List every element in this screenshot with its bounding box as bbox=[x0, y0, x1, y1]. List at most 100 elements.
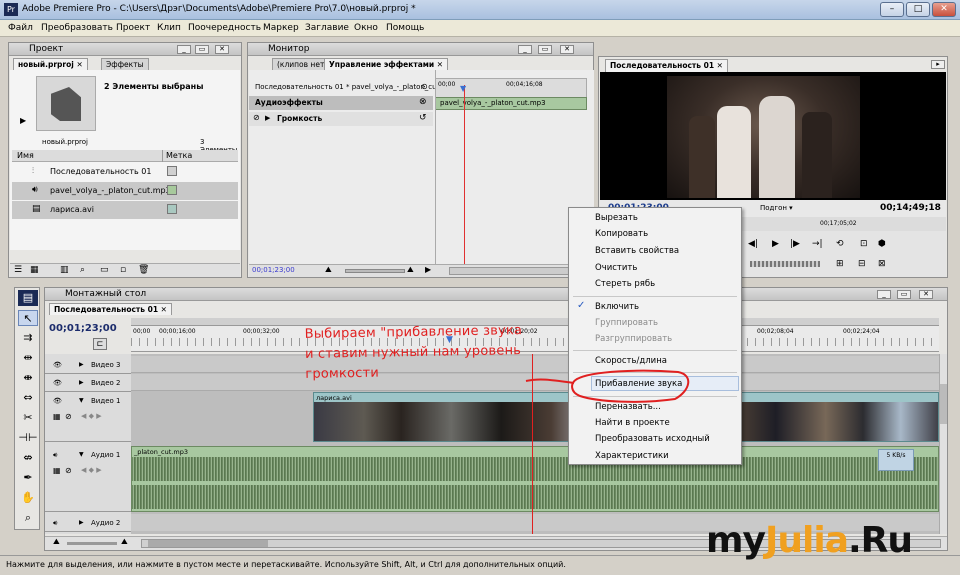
trash-icon[interactable]: 🗑︎ bbox=[138, 265, 149, 275]
fit-dropdown[interactable]: Подгон ▾ bbox=[760, 204, 793, 212]
panel-menu-button[interactable]: ▸ bbox=[931, 60, 945, 69]
program-viewer[interactable] bbox=[600, 72, 946, 200]
play-audio-icon[interactable]: ▶ bbox=[425, 265, 431, 274]
expand-triangle-icon[interactable]: ▶ bbox=[79, 361, 84, 368]
jog-shuttle[interactable] bbox=[750, 261, 820, 267]
list-item[interactable]: ⫶ Последовательность 01 bbox=[12, 163, 238, 181]
menu-title[interactable]: Заглавие bbox=[305, 23, 349, 33]
collapse-up-icon[interactable]: ⊗ bbox=[419, 97, 427, 107]
reset-icon[interactable]: ↺ bbox=[419, 113, 427, 123]
razor-tool-icon[interactable]: ✂ bbox=[18, 410, 38, 426]
tab-program-sequence[interactable]: Последовательность 01 ✕ bbox=[605, 59, 728, 72]
playhead-marker-icon[interactable]: ▼ bbox=[460, 84, 466, 93]
lift-icon[interactable]: ⊞ bbox=[836, 259, 844, 269]
zoom-out-icon[interactable]: ⛰︎ bbox=[53, 537, 60, 547]
vscroll-thumb[interactable] bbox=[940, 384, 947, 424]
timeline-ruler[interactable]: 00;00 00;00;16;00 00;00;32;00 00;01;20;0… bbox=[131, 318, 939, 352]
menu-project[interactable]: Проект bbox=[116, 23, 150, 33]
audio-clip-bar[interactable]: pavel_volya_-_platon_cut.mp3 bbox=[435, 97, 587, 110]
keyframes-icon[interactable]: ⊘ bbox=[65, 466, 72, 475]
display-style-icon[interactable]: ▦ bbox=[53, 412, 61, 421]
list-item[interactable]: ▤ лариса.avi bbox=[12, 201, 238, 219]
menu-item-speed-duration[interactable]: Скорость/длина bbox=[595, 356, 667, 366]
panel-minimize-button[interactable]: _ bbox=[177, 45, 191, 54]
maximize-button[interactable]: □ bbox=[906, 2, 930, 17]
zoom-in-icon[interactable]: ⛰︎ bbox=[121, 537, 128, 547]
zoom-slider[interactable] bbox=[345, 269, 405, 273]
col-label[interactable]: Метка bbox=[166, 151, 192, 160]
panel-restore-button[interactable]: ▭ bbox=[195, 45, 209, 54]
tab-effects[interactable]: Эффекты bbox=[101, 58, 149, 70]
zoom-tool-icon[interactable]: ⌕ bbox=[18, 510, 38, 526]
track-audio-2[interactable]: 🔊︎ ▶ Аудио 2 bbox=[45, 514, 131, 532]
menu-item-enable[interactable]: Включить bbox=[595, 302, 639, 312]
menu-item-ripple-delete[interactable]: Стереть рябь bbox=[595, 279, 655, 289]
safe-margins-icon[interactable]: ⊡ bbox=[860, 239, 868, 249]
panel-close-button[interactable]: ✕ bbox=[919, 290, 933, 299]
video-2-lane[interactable] bbox=[131, 374, 939, 391]
output-icon[interactable]: ⬢ bbox=[878, 239, 886, 249]
slide-tool-icon[interactable]: ⇎ bbox=[18, 450, 38, 466]
expand-triangle-icon[interactable]: ▶ bbox=[79, 519, 84, 526]
volume-effect-row[interactable]: ⊘ ▶ Громкость ↺ bbox=[249, 112, 433, 126]
track-video-1[interactable]: 👁︎ ▼ Видео 1 ▦ ⊘ ◀ ◆ ▶ bbox=[45, 392, 131, 442]
slip-tool-icon[interactable]: ⊣⊢ bbox=[18, 430, 38, 446]
menu-item-properties[interactable]: Характеристики bbox=[595, 451, 669, 461]
eye-icon[interactable]: 👁︎ bbox=[53, 361, 63, 369]
effect-timecode[interactable]: 00;01;23;00 bbox=[252, 266, 295, 274]
label-swatch[interactable] bbox=[167, 185, 177, 195]
menu-marker[interactable]: Маркер bbox=[263, 23, 299, 33]
icon-view-icon[interactable]: ▦ bbox=[30, 265, 39, 275]
close-button[interactable]: ✕ bbox=[932, 2, 956, 17]
fx-toggle-icon[interactable]: ⊘ bbox=[253, 113, 260, 122]
keyframe-nav-icon[interactable]: ◀ ◆ ▶ bbox=[81, 466, 102, 474]
expand-triangle-icon[interactable]: ▶ bbox=[265, 114, 270, 122]
zoom-out-icon[interactable]: ⛰︎ bbox=[325, 265, 332, 275]
video-3-lane[interactable] bbox=[131, 356, 939, 373]
step-forward-icon[interactable]: |▶ bbox=[790, 239, 800, 249]
expand-triangle-icon[interactable]: ▶ bbox=[79, 379, 84, 386]
timeline-zoom-slider[interactable] bbox=[67, 542, 117, 545]
keyframes-icon[interactable]: ⊘ bbox=[65, 412, 72, 421]
panel-close-button[interactable]: ✕ bbox=[560, 45, 574, 54]
automate-icon[interactable]: ▥ bbox=[60, 265, 69, 275]
hand-tool-icon[interactable]: ✋ bbox=[18, 490, 38, 506]
hscroll-thumb[interactable] bbox=[148, 540, 268, 547]
snap-toggle-icon[interactable]: ⊏ bbox=[93, 338, 107, 350]
menu-item-reveal-in-project[interactable]: Найти в проекте bbox=[595, 418, 670, 428]
pen-tool-icon[interactable]: ✒ bbox=[18, 470, 38, 486]
extract-icon[interactable]: ⊟ bbox=[858, 259, 866, 269]
ripple-edit-tool-icon[interactable]: ⇹ bbox=[18, 350, 38, 366]
zoom-in-icon[interactable]: ⛰︎ bbox=[407, 265, 414, 275]
speaker-icon[interactable]: 🔊︎ bbox=[53, 451, 63, 459]
menu-item-clear[interactable]: Очистить bbox=[595, 263, 637, 273]
menu-window[interactable]: Окно bbox=[354, 23, 378, 33]
list-item[interactable]: 🔊︎ pavel_volya_-_platon_cut.mp3 bbox=[12, 182, 238, 200]
eye-icon[interactable]: 👁︎ bbox=[53, 379, 63, 387]
panel-minimize-button[interactable]: _ bbox=[518, 45, 532, 54]
menu-convert[interactable]: Преобразовать bbox=[41, 23, 113, 33]
menu-item-cut[interactable]: Вырезать bbox=[595, 213, 638, 223]
timeline-vscroll[interactable] bbox=[939, 354, 947, 534]
menu-item-edit-original[interactable]: Преобразовать исходный bbox=[595, 434, 710, 444]
menu-file[interactable]: Файл bbox=[8, 23, 33, 33]
track-video-3[interactable]: 👁︎ ▶ Видео 3 bbox=[45, 356, 131, 374]
keyframe-nav-icon[interactable]: ◀ ◆ ▶ bbox=[81, 412, 102, 420]
tab-project-file[interactable]: новый.prproj ✕ bbox=[13, 58, 88, 70]
timeline-playhead[interactable] bbox=[532, 354, 533, 534]
panel-close-button[interactable]: ✕ bbox=[215, 45, 229, 54]
menu-item-rename[interactable]: Переназвать... bbox=[595, 402, 661, 412]
col-name[interactable]: Имя bbox=[17, 151, 34, 160]
selection-tool-icon[interactable]: ↖ bbox=[18, 310, 38, 326]
display-style-icon[interactable]: ▦ bbox=[53, 466, 61, 475]
collapse-triangle-icon[interactable]: ▼ bbox=[79, 397, 84, 404]
label-swatch[interactable] bbox=[167, 166, 177, 176]
step-back-icon[interactable]: ◀| bbox=[748, 239, 758, 249]
eye-icon[interactable]: 👁︎ bbox=[53, 397, 63, 405]
menu-clip[interactable]: Клип bbox=[157, 23, 181, 33]
rate-stretch-tool-icon[interactable]: ⇔ bbox=[18, 390, 38, 406]
speaker-icon[interactable]: 🔊︎ bbox=[53, 519, 63, 527]
menu-item-audio-gain[interactable]: Прибавление звука bbox=[595, 379, 682, 389]
collapse-icon[interactable]: ⊙ bbox=[421, 82, 428, 91]
find-icon[interactable]: ⌕ bbox=[80, 265, 85, 275]
